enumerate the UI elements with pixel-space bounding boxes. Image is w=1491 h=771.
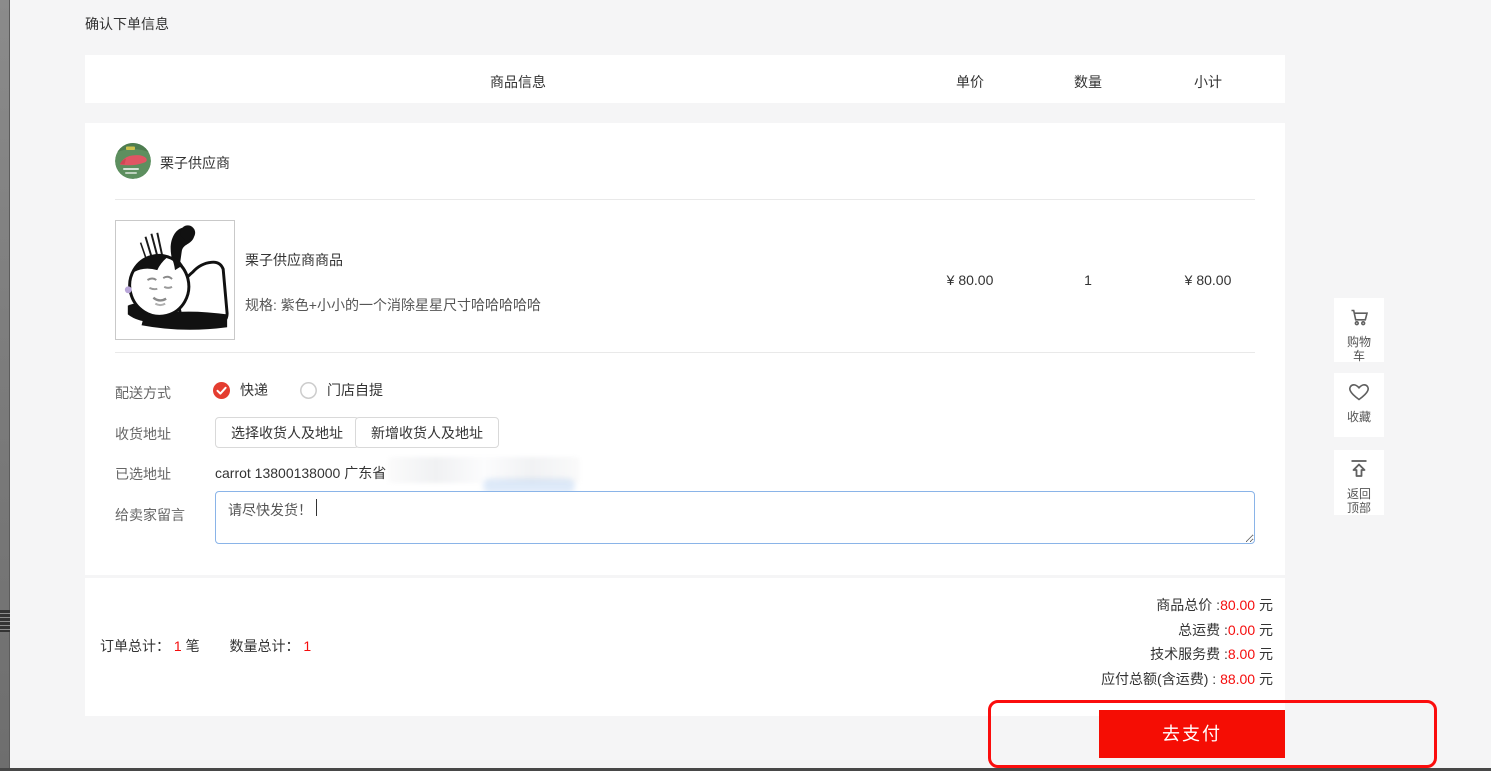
window-edge-icon	[0, 610, 10, 632]
shipping-address-label: 收货地址	[115, 426, 171, 442]
pay-button[interactable]: 去支付	[1099, 710, 1285, 758]
product-image[interactable]	[115, 220, 235, 340]
radio-option-label: 门店自提	[327, 382, 383, 398]
price-summary: 商品总价 :80.00 元 总运费 :0.00 元 技术服务费 :8.00 元 …	[1101, 593, 1273, 691]
choose-address-button[interactable]: 选择收货人及地址	[215, 417, 359, 448]
selected-address-value: carrot 13800138000 广东省	[215, 465, 387, 481]
delivery-options: 快递 门店自提	[213, 380, 415, 400]
summary-line-shipping-fee: 总运费 :0.00 元	[1178, 621, 1273, 638]
back-to-top-label: 返回顶部	[1346, 487, 1371, 515]
quantity-total-label: 数量总计：	[229, 638, 300, 654]
quantity-total-value: 1	[303, 638, 312, 654]
seller-message-input[interactable]: 请尽快发货！	[215, 491, 1255, 544]
radio-option-store-pickup[interactable]: 门店自提	[300, 380, 383, 400]
table-header: 商品信息 单价 数量 小计	[85, 55, 1285, 103]
side-toolbar-cart[interactable]: 购物车	[1334, 298, 1384, 363]
side-toolbar-favorite[interactable]: 收藏	[1334, 373, 1384, 437]
seller-avatar-icon	[115, 143, 151, 179]
column-header-quantity: 数量	[1074, 74, 1102, 90]
divider	[115, 199, 1255, 200]
radio-checked-icon	[213, 381, 230, 399]
column-header-unit-price: 单价	[956, 74, 984, 90]
order-card: 栗子供应商 栗子供应商商品 规格: 紫色+小小的一个消除星星尺寸哈哈哈哈哈 ¥ …	[85, 123, 1285, 575]
divider	[115, 352, 1255, 353]
product-name: 栗子供应商商品	[245, 252, 343, 268]
product-subtotal: ¥ 80.00	[1184, 272, 1232, 288]
cart-icon	[1351, 309, 1369, 326]
order-total-value: 1	[173, 638, 182, 654]
delivery-method-label: 配送方式	[115, 385, 171, 401]
product-spec: 规格: 紫色+小小的一个消除星星尺寸哈哈哈哈哈	[245, 297, 541, 313]
radio-unchecked-icon	[300, 381, 317, 399]
seller-avatar[interactable]	[115, 143, 151, 179]
column-header-product: 商品信息	[490, 74, 546, 90]
order-total-unit: 笔	[185, 638, 200, 654]
radio-option-label: 快递	[240, 382, 268, 398]
window-edge-strip	[0, 0, 10, 771]
summary-card: 订单总计： 1 笔 数量总计： 1 商品总价 :80.00 元 总运费 :0.0…	[85, 578, 1285, 716]
summary-line-goods-total: 商品总价 :80.00 元	[1156, 597, 1273, 613]
page-title: 确认下单信息	[85, 16, 169, 32]
selected-address-label: 已选地址	[115, 466, 171, 482]
product-quantity: 1	[1084, 272, 1092, 288]
order-total-label: 订单总计：	[100, 638, 170, 654]
side-toolbar-back-top[interactable]: 返回顶部	[1334, 450, 1384, 515]
radio-option-express[interactable]: 快递	[213, 380, 268, 400]
seller-message-label: 给卖家留言	[115, 507, 185, 523]
product-unit-price: ¥ 80.00	[946, 272, 994, 288]
column-header-subtotal: 小计	[1194, 74, 1222, 90]
summary-line-service-fee: 技术服务费 :8.00 元	[1150, 646, 1273, 662]
seller-name[interactable]: 栗子供应商	[160, 153, 230, 173]
add-address-button[interactable]: 新增收货人及地址	[355, 417, 499, 448]
order-confirm-page: 确认下单信息 商品信息 单价 数量 小计 栗子供应商 栗子供应商商品 规格: 紫…	[0, 0, 1491, 771]
summary-line-payable-total: 应付总额(含运费) : 88.00 元	[1101, 670, 1273, 687]
heart-icon	[1349, 383, 1369, 401]
order-totals: 订单总计： 1 笔 数量总计： 1	[100, 636, 337, 656]
favorite-label: 收藏	[1346, 410, 1371, 424]
panda-meme-image	[116, 221, 234, 339]
back-to-top-icon	[1351, 460, 1367, 477]
cart-label: 购物车	[1346, 335, 1371, 363]
